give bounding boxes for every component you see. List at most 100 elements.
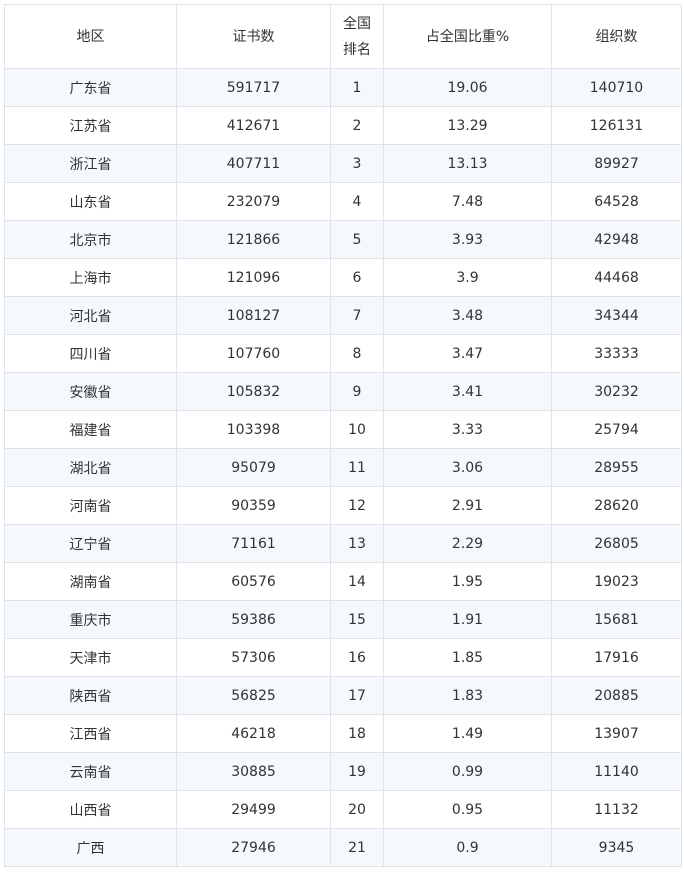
table-row: 云南省 30885 19 0.99 11140 — [4, 752, 682, 791]
cell-organizations: 44468 — [551, 258, 682, 297]
cell-region: 四川省 — [4, 334, 177, 373]
cell-share: 3.9 — [383, 258, 552, 297]
table-header: 地区 证书数 全国 排名 占全国比重% 组织数 — [4, 4, 682, 69]
cell-organizations: 126131 — [551, 106, 682, 145]
cell-certificates: 59386 — [176, 600, 331, 639]
cell-region: 云南省 — [4, 752, 177, 791]
cell-organizations: 17916 — [551, 638, 682, 677]
cell-rank: 18 — [330, 714, 384, 753]
cell-rank: 11 — [330, 448, 384, 487]
cell-share: 1.85 — [383, 638, 552, 677]
cell-organizations: 19023 — [551, 562, 682, 601]
cell-organizations: 11140 — [551, 752, 682, 791]
header-share: 占全国比重% — [383, 4, 552, 69]
cell-rank: 16 — [330, 638, 384, 677]
table-row: 江苏省 412671 2 13.29 126131 — [4, 106, 682, 145]
cell-region: 重庆市 — [4, 600, 177, 639]
cell-rank: 4 — [330, 182, 384, 221]
cell-organizations: 33333 — [551, 334, 682, 373]
cell-organizations: 89927 — [551, 144, 682, 183]
cell-share: 2.91 — [383, 486, 552, 525]
cell-share: 3.48 — [383, 296, 552, 335]
table-row: 广西 27946 21 0.9 9345 — [4, 828, 682, 867]
table-row: 辽宁省 71161 13 2.29 26805 — [4, 524, 682, 563]
cell-share: 13.29 — [383, 106, 552, 145]
cell-certificates: 105832 — [176, 372, 331, 411]
cell-share: 1.91 — [383, 600, 552, 639]
table-row: 河南省 90359 12 2.91 28620 — [4, 486, 682, 525]
cell-rank: 2 — [330, 106, 384, 145]
header-row: 地区 证书数 全国 排名 占全国比重% 组织数 — [4, 4, 682, 69]
cell-organizations: 15681 — [551, 600, 682, 639]
cell-share: 0.9 — [383, 828, 552, 867]
cell-certificates: 90359 — [176, 486, 331, 525]
cell-share: 0.99 — [383, 752, 552, 791]
table-row: 天津市 57306 16 1.85 17916 — [4, 638, 682, 677]
cell-share: 19.06 — [383, 68, 552, 107]
cell-region: 山东省 — [4, 182, 177, 221]
cell-organizations: 11132 — [551, 790, 682, 829]
cell-share: 13.13 — [383, 144, 552, 183]
cell-certificates: 591717 — [176, 68, 331, 107]
cell-region: 江苏省 — [4, 106, 177, 145]
table-row: 湖北省 95079 11 3.06 28955 — [4, 448, 682, 487]
cell-share: 3.47 — [383, 334, 552, 373]
cell-certificates: 121866 — [176, 220, 331, 259]
cell-organizations: 25794 — [551, 410, 682, 449]
cell-certificates: 57306 — [176, 638, 331, 677]
header-rank-line1: 全国 — [343, 15, 371, 32]
table-row: 河北省 108127 7 3.48 34344 — [4, 296, 682, 335]
cell-region: 河北省 — [4, 296, 177, 335]
cell-rank: 10 — [330, 410, 384, 449]
cell-organizations: 9345 — [551, 828, 682, 867]
cell-certificates: 56825 — [176, 676, 331, 715]
cell-rank: 15 — [330, 600, 384, 639]
cell-share: 1.49 — [383, 714, 552, 753]
cell-rank: 17 — [330, 676, 384, 715]
cell-certificates: 407711 — [176, 144, 331, 183]
cell-rank: 9 — [330, 372, 384, 411]
region-certificates-table: 地区 证书数 全国 排名 占全国比重% 组织数 广东省 591717 1 19.06 1… — [4, 4, 682, 867]
cell-certificates: 30885 — [176, 752, 331, 791]
cell-rank: 14 — [330, 562, 384, 601]
cell-certificates: 232079 — [176, 182, 331, 221]
cell-region: 北京市 — [4, 220, 177, 259]
table-row: 浙江省 407711 3 13.13 89927 — [4, 144, 682, 183]
cell-certificates: 121096 — [176, 258, 331, 297]
cell-region: 天津市 — [4, 638, 177, 677]
header-organizations: 组织数 — [551, 4, 682, 69]
cell-organizations: 30232 — [551, 372, 682, 411]
cell-certificates: 95079 — [176, 448, 331, 487]
cell-certificates: 46218 — [176, 714, 331, 753]
cell-certificates: 107760 — [176, 334, 331, 373]
cell-share: 3.06 — [383, 448, 552, 487]
cell-region: 河南省 — [4, 486, 177, 525]
table-row: 湖南省 60576 14 1.95 19023 — [4, 562, 682, 601]
cell-share: 1.83 — [383, 676, 552, 715]
cell-share: 3.93 — [383, 220, 552, 259]
cell-rank: 5 — [330, 220, 384, 259]
table-row: 四川省 107760 8 3.47 33333 — [4, 334, 682, 373]
cell-organizations: 42948 — [551, 220, 682, 259]
cell-share: 1.95 — [383, 562, 552, 601]
cell-region: 广东省 — [4, 68, 177, 107]
cell-rank: 3 — [330, 144, 384, 183]
cell-share: 7.48 — [383, 182, 552, 221]
cell-certificates: 412671 — [176, 106, 331, 145]
header-certificates: 证书数 — [176, 4, 331, 69]
cell-region: 上海市 — [4, 258, 177, 297]
cell-certificates: 29499 — [176, 790, 331, 829]
cell-certificates: 103398 — [176, 410, 331, 449]
table-row: 上海市 121096 6 3.9 44468 — [4, 258, 682, 297]
cell-certificates: 71161 — [176, 524, 331, 563]
table-row: 江西省 46218 18 1.49 13907 — [4, 714, 682, 753]
cell-organizations: 28620 — [551, 486, 682, 525]
cell-rank: 13 — [330, 524, 384, 563]
cell-region: 福建省 — [4, 410, 177, 449]
table-row: 重庆市 59386 15 1.91 15681 — [4, 600, 682, 639]
cell-region: 湖南省 — [4, 562, 177, 601]
table-row: 山东省 232079 4 7.48 64528 — [4, 182, 682, 221]
header-rank: 全国 排名 — [330, 4, 384, 69]
cell-share: 3.41 — [383, 372, 552, 411]
cell-rank: 20 — [330, 790, 384, 829]
